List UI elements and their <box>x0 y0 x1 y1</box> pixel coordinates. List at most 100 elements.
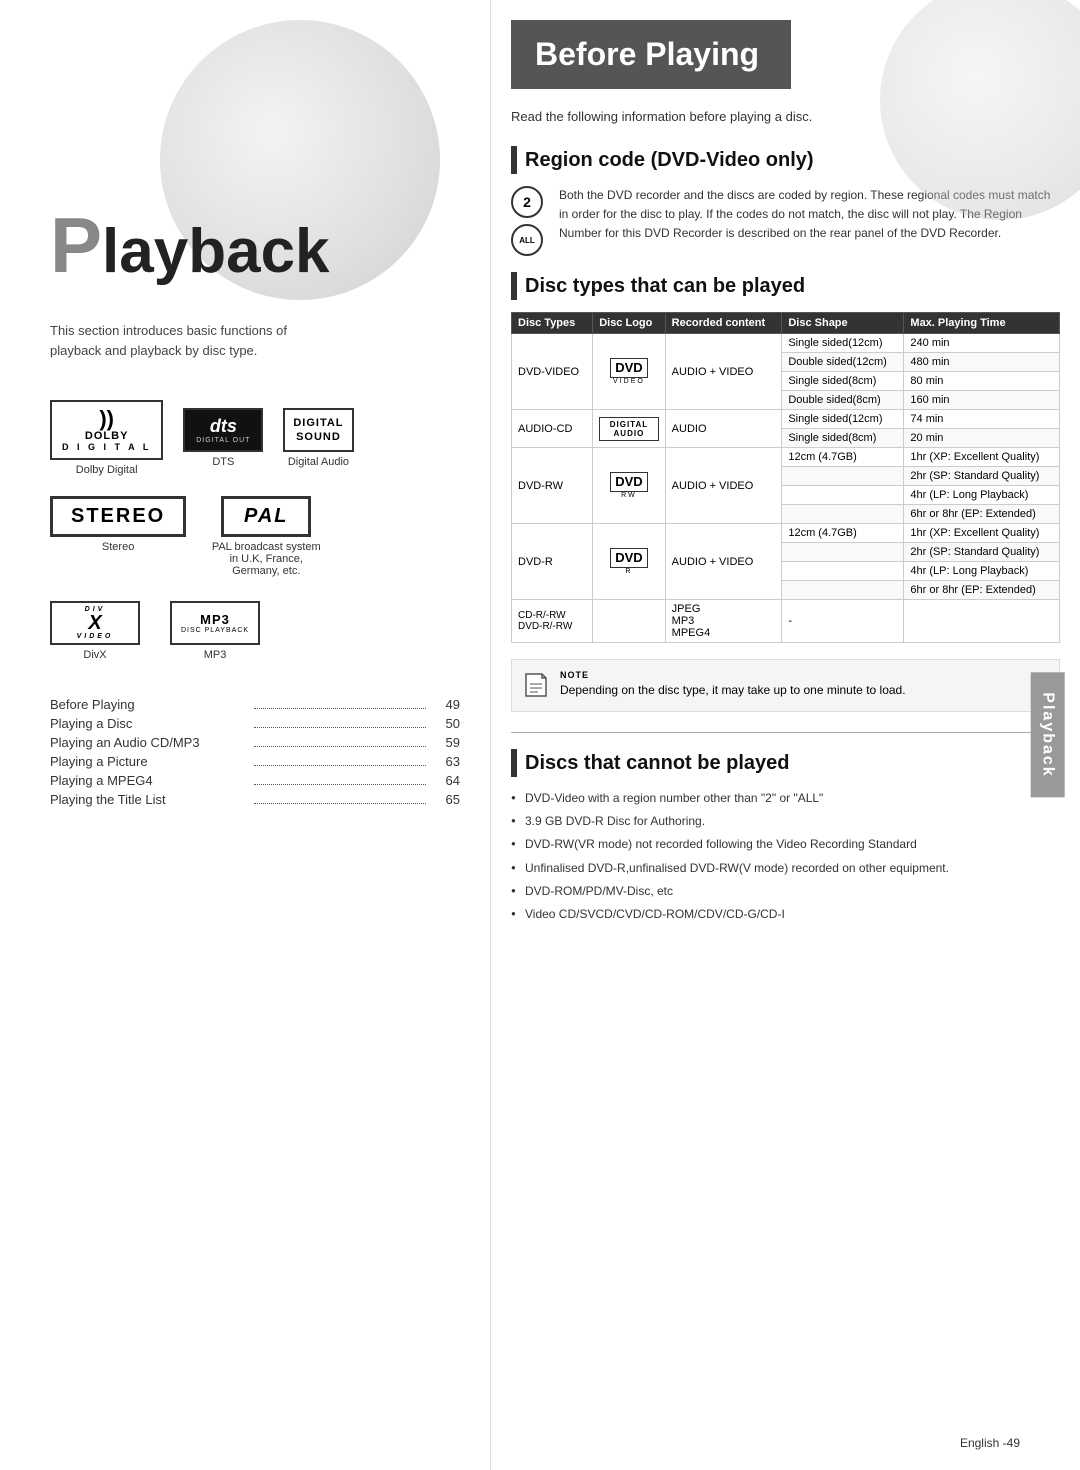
audio-cd-logo: DIGITALAUDIO <box>593 410 665 448</box>
toc-page-6: 65 <box>430 792 460 807</box>
dvd-video-logo: DVD VIDEO <box>593 334 665 410</box>
toc-title-2: Playing a Disc <box>50 716 250 731</box>
digital-sound-item: DIGITAL SOUND Digital Audio <box>283 408 353 468</box>
region-code-title: Region code (DVD-Video only) <box>525 149 814 172</box>
divx-mid: X <box>88 613 101 633</box>
toc-item: Playing a Disc 50 <box>50 716 460 731</box>
divx-mp3-row: DIV X VIDEO DivX MP3 DISC PLAYBACK MP3 <box>50 601 460 661</box>
digital-sound-box: DIGITAL SOUND <box>283 408 353 452</box>
mp3-label: MP3 <box>204 649 227 661</box>
dvd-r-shape-1: 12cm (4.7GB) <box>782 524 904 543</box>
audio-cd-type: AUDIO-CD <box>512 410 593 448</box>
dolby-logo-box: )) DOLBY D I G I T A L <box>50 400 163 460</box>
toc-dots-3 <box>254 746 426 747</box>
stereo-label: Stereo <box>102 541 134 553</box>
list-item: DVD-ROM/PD/MV-Disc, etc <box>511 882 1060 901</box>
dts-main-text: dts <box>210 416 237 437</box>
dvd-r-sub: R <box>625 568 632 575</box>
pal-item: PAL PAL broadcast system in U.K, France,… <box>206 496 326 577</box>
col-disc-shape: Disc Shape <box>782 313 904 334</box>
dvd-rw-logo: DVD RW <box>593 448 665 524</box>
dolby-logo: )) DOLBY D I G I T A L <box>62 408 151 452</box>
audio-cd-time-2: 20 min <box>904 429 1060 448</box>
dvd-video-shape-1: Single sided(12cm) <box>782 334 904 353</box>
playback-title: Playback <box>50 200 460 291</box>
dvd-r-logo: DVD R <box>593 524 665 600</box>
disc-types-title: Disc types that can be played <box>525 275 805 298</box>
dvd-video-time-3: 80 min <box>904 372 1060 391</box>
dvd-rw-logo-cell: DVD RW <box>599 472 658 499</box>
dolby-label: Dolby Digital <box>76 464 138 476</box>
mp3-main-text: MP3 <box>200 612 230 627</box>
list-item: DVD-Video with a region number other tha… <box>511 789 1060 808</box>
toc-item: Playing a MPEG4 64 <box>50 773 460 788</box>
section-bar <box>511 146 517 174</box>
cdr-content: JPEGMP3MPEG4 <box>665 600 782 643</box>
toc-item: Playing an Audio CD/MP3 59 <box>50 735 460 750</box>
logos-row-1: )) DOLBY D I G I T A L Dolby Digital dts… <box>50 400 460 476</box>
audio-cd-shape-1: Single sided(12cm) <box>782 410 904 429</box>
toc-dots-4 <box>254 765 426 766</box>
region-num-badge: 2 <box>511 186 543 218</box>
col-disc-logo: Disc Logo <box>593 313 665 334</box>
dvd-logo-cell: DVD VIDEO <box>599 358 658 385</box>
toc-dots-6 <box>254 803 426 804</box>
digital-sound-line1: DIGITAL <box>293 416 343 430</box>
audio-cd-shape-2: Single sided(8cm) <box>782 429 904 448</box>
dvd-r-time-3: 4hr (LP: Long Playback) <box>904 562 1060 581</box>
note-icon <box>522 670 550 701</box>
toc-page-5: 64 <box>430 773 460 788</box>
toc-dots-2 <box>254 727 426 728</box>
toc-item: Playing a Picture 63 <box>50 754 460 769</box>
toc-page-3: 59 <box>430 735 460 750</box>
sidebar-tab: Playback <box>1030 672 1064 797</box>
toc-title-1: Before Playing <box>50 697 250 712</box>
dts-logo-box: dts DIGITAL OUT <box>183 408 263 452</box>
dvd-video-content: AUDIO + VIDEO <box>665 334 782 410</box>
logos-section: )) DOLBY D I G I T A L Dolby Digital dts… <box>50 400 460 661</box>
before-playing-title: Before Playing <box>535 36 767 73</box>
right-column: Before Playing Read the following inform… <box>490 0 1080 1470</box>
table-row: DVD-R DVD R AUDIO + VIDEO 12cm (4.7GB) 1… <box>512 524 1060 543</box>
col-recorded-content: Recorded content <box>665 313 782 334</box>
dolby-logo-item: )) DOLBY D I G I T A L Dolby Digital <box>50 400 163 476</box>
dvd-rw-shape-3 <box>782 486 904 505</box>
dvd-r-time-2: 2hr (SP: Standard Quality) <box>904 543 1060 562</box>
dolby-sub-text: D I G I T A L <box>62 442 151 452</box>
table-row: DVD-VIDEO DVD VIDEO AUDIO + VIDEO Single… <box>512 334 1060 353</box>
dolby-dd-symbol: )) <box>99 408 114 430</box>
toc-page-1: 49 <box>430 697 460 712</box>
mp3-logo-box: MP3 DISC PLAYBACK <box>170 601 260 645</box>
toc-title-6: Playing the Title List <box>50 792 250 807</box>
dvd-video-time-1: 240 min <box>904 334 1060 353</box>
disc-types-table: Disc Types Disc Logo Recorded content Di… <box>511 312 1060 643</box>
disc-types-section-header: Disc types that can be played <box>511 272 1060 300</box>
audio-cd-content: AUDIO <box>665 410 782 448</box>
dvd-rw-time-4: 6hr or 8hr (EP: Extended) <box>904 505 1060 524</box>
divx-inner: DIV X VIDEO <box>77 606 114 640</box>
playback-p: P <box>50 201 102 289</box>
digital-sound-label: Digital Audio <box>288 456 349 468</box>
dvd-rw-shape-4 <box>782 505 904 524</box>
toc-title-5: Playing a MPEG4 <box>50 773 250 788</box>
cannot-play-title: Discs that cannot be played <box>525 752 790 775</box>
list-item: DVD-RW(VR mode) not recorded following t… <box>511 835 1060 854</box>
cdr-shape: - <box>782 600 904 643</box>
dvd-rw-time-1: 1hr (XP: Excellent Quality) <box>904 448 1060 467</box>
table-row: AUDIO-CD DIGITALAUDIO AUDIO Single sided… <box>512 410 1060 429</box>
table-row: CD-R/-RWDVD-R/-RW JPEGMP3MPEG4 - <box>512 600 1060 643</box>
dvd-sub: VIDEO <box>613 378 645 385</box>
dvd-rw-sub: RW <box>621 492 637 499</box>
toc-title-3: Playing an Audio CD/MP3 <box>50 735 250 750</box>
dvd-video-type: DVD-VIDEO <box>512 334 593 410</box>
dvd-r-type: DVD-R <box>512 524 593 600</box>
divx-item: DIV X VIDEO DivX <box>50 601 140 661</box>
cannot-play-list: DVD-Video with a region number other tha… <box>511 789 1060 924</box>
divx-label: DivX <box>83 649 106 661</box>
audio-cd-logo-box: DIGITALAUDIO <box>599 417 658 441</box>
region-icons: 2 ALL <box>511 186 543 256</box>
section-bar-2 <box>511 272 517 300</box>
region-all-badge: ALL <box>511 224 543 256</box>
stereo-item: STEREO Stereo <box>50 496 186 553</box>
toc-item: Before Playing 49 <box>50 697 460 712</box>
